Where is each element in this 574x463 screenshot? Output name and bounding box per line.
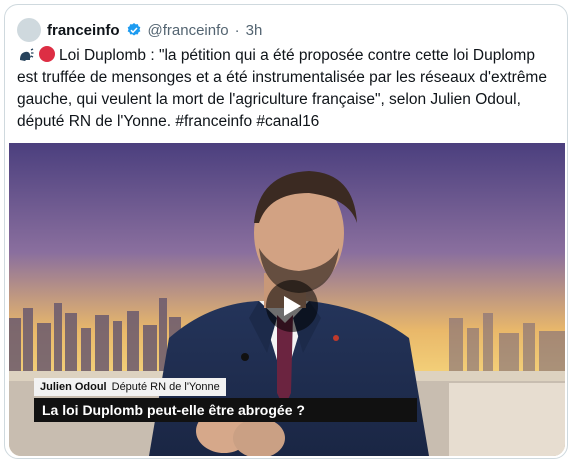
speaking-head-icon xyxy=(20,48,34,61)
tweet-header: franceinfo @franceinfo · 3h xyxy=(17,17,262,43)
hashtag-franceinfo[interactable]: #franceinfo xyxy=(175,113,252,130)
play-icon xyxy=(284,296,301,316)
separator-dot: · xyxy=(234,21,240,39)
lower-third-nameplate: Julien Odoul Député RN de l'Yonne xyxy=(34,378,226,396)
timestamp[interactable]: 3h xyxy=(246,22,263,39)
hashtag-canal16[interactable]: #canal16 xyxy=(256,113,319,130)
tweet-card[interactable]: franceinfo @franceinfo · 3h Loi Duplomb … xyxy=(4,4,568,459)
verified-badge-icon xyxy=(127,23,140,36)
lower-third-role: Député RN de l'Yonne xyxy=(111,381,220,393)
tweet-text: Loi Duplomb : "la pétition qui a été pro… xyxy=(17,45,557,133)
play-button[interactable] xyxy=(266,280,318,332)
lower-third-name: Julien Odoul xyxy=(40,381,107,393)
lower-third-title: La loi Duplomb peut-elle être abrogée ? xyxy=(34,398,417,422)
video-player[interactable]: Julien Odoul Député RN de l'Yonne La loi… xyxy=(9,143,565,456)
red-circle-icon xyxy=(39,46,55,62)
handle[interactable]: @franceinfo xyxy=(148,22,229,39)
display-name[interactable]: franceinfo xyxy=(47,22,120,39)
avatar[interactable] xyxy=(17,18,41,42)
